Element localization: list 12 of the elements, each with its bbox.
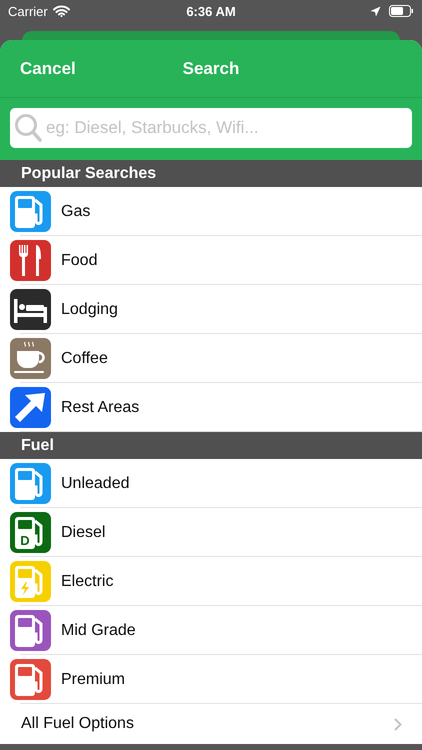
carrier-label: Carrier bbox=[8, 4, 48, 18]
battery-icon bbox=[389, 5, 414, 17]
location-arrow-icon bbox=[370, 6, 381, 16]
search-field[interactable]: eg: Diesel, Starbucks, Wifi... bbox=[10, 108, 412, 148]
wifi-icon bbox=[52, 5, 70, 17]
screen-title: Search bbox=[182, 58, 240, 78]
section-title: Popular Searches bbox=[21, 164, 156, 182]
clock-time: 6:36 AM bbox=[186, 4, 236, 18]
diesel-pump-icon: D bbox=[10, 512, 51, 553]
section-title: Fuel bbox=[21, 436, 54, 454]
chevron-icon bbox=[394, 718, 402, 730]
search-icon bbox=[14, 113, 42, 143]
